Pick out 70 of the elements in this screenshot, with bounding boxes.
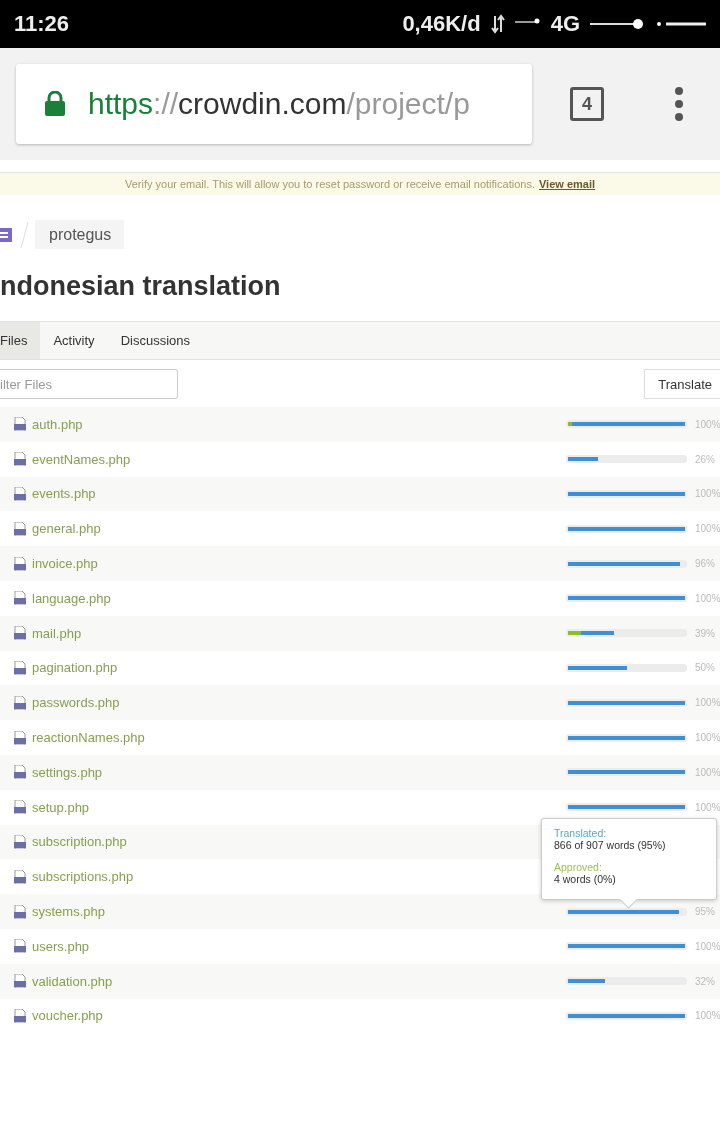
file-link[interactable]: invoice.php — [32, 556, 98, 572]
php-file-icon — [14, 904, 26, 919]
file-link[interactable]: validation.php — [32, 973, 113, 989]
php-file-icon — [14, 660, 26, 675]
file-link[interactable]: auth.php — [32, 416, 83, 432]
file-link[interactable]: reactionNames.php — [32, 730, 145, 746]
php-file-icon — [14, 487, 26, 501]
filter-field[interactable]: ilter Files — [0, 369, 178, 399]
network-speed: 0,46K/d — [402, 11, 481, 37]
php-file-icon — [14, 939, 26, 954]
banner-text: Verify your email. This will allow you to reset password or receive email notifications. — [124, 178, 535, 190]
php-file-icon — [14, 695, 26, 710]
page-title: ndonesian translation — [0, 270, 282, 303]
wifi-icon — [590, 18, 646, 30]
file-link[interactable]: language.php — [32, 590, 111, 606]
tab[interactable]: Files — [0, 322, 41, 359]
php-file-icon — [14, 591, 26, 606]
translated-count: 866 of 907 words (95%) — [554, 839, 667, 851]
tab[interactable]: Activity — [40, 322, 108, 359]
view-email-link[interactable]: View email — [539, 178, 596, 190]
approved-count: 4 words (0%) — [554, 873, 617, 885]
network-type: 4G — [550, 11, 580, 37]
progress-percent: 95% — [695, 906, 716, 918]
progress-percent: 100% — [695, 732, 720, 744]
php-file-icon — [14, 626, 26, 641]
php-file-icon — [14, 1008, 26, 1023]
progress-percent: 100% — [695, 523, 720, 535]
progress-percent: 39% — [695, 627, 716, 639]
lock-icon — [44, 91, 66, 117]
php-file-icon — [14, 521, 26, 536]
php-file-icon — [14, 417, 26, 432]
file-link[interactable]: mail.php — [32, 625, 82, 641]
php-file-icon — [14, 765, 26, 780]
file-link[interactable]: systems.php — [32, 904, 105, 920]
php-file-icon — [14, 730, 26, 745]
menu-icon[interactable] — [674, 86, 684, 122]
progress-percent: 26% — [695, 453, 716, 465]
data-arrows-icon — [490, 14, 505, 34]
progress-percent: 32% — [695, 975, 716, 987]
php-file-icon — [14, 556, 26, 571]
progress-percent: 100% — [695, 801, 720, 813]
clock-time: 11:26 — [14, 11, 70, 37]
progress-percent: 100% — [695, 592, 720, 604]
translate-button[interactable]: Translate — [644, 369, 720, 399]
file-link[interactable]: events.php — [32, 486, 96, 502]
progress-percent: 50% — [695, 662, 716, 674]
breadcrumb-link[interactable]: protegus — [35, 220, 125, 249]
progress-percent: 100% — [695, 940, 720, 952]
file-link[interactable]: users.php — [32, 938, 90, 954]
file-link[interactable]: voucher.php — [32, 1008, 103, 1024]
php-file-icon — [14, 869, 26, 884]
file-link[interactable]: pagination.php — [32, 660, 118, 676]
progress-percent: 100% — [695, 1010, 720, 1022]
php-file-icon — [14, 452, 26, 467]
file-link[interactable]: eventNames.php — [32, 451, 131, 467]
php-file-icon — [14, 974, 26, 989]
approved-label: Approved: — [554, 861, 603, 873]
php-file-icon — [14, 800, 26, 815]
file-link[interactable]: settings.php — [32, 764, 103, 780]
tab-count-button[interactable]: 4 — [570, 87, 604, 121]
file-link[interactable]: setup.php — [32, 799, 90, 815]
file-link[interactable]: passwords.php — [32, 695, 120, 711]
address-bar[interactable]: https://crowdin.com/project/p — [16, 64, 532, 144]
php-file-icon — [14, 834, 26, 849]
file-link[interactable]: subscription.php — [32, 834, 127, 850]
file-link[interactable]: general.php — [32, 521, 101, 537]
progress-percent: 96% — [695, 558, 716, 570]
translated-label: Translated: — [554, 827, 608, 839]
file-link[interactable]: subscriptions.php — [32, 869, 134, 885]
tab[interactable]: Discussions — [107, 322, 203, 359]
